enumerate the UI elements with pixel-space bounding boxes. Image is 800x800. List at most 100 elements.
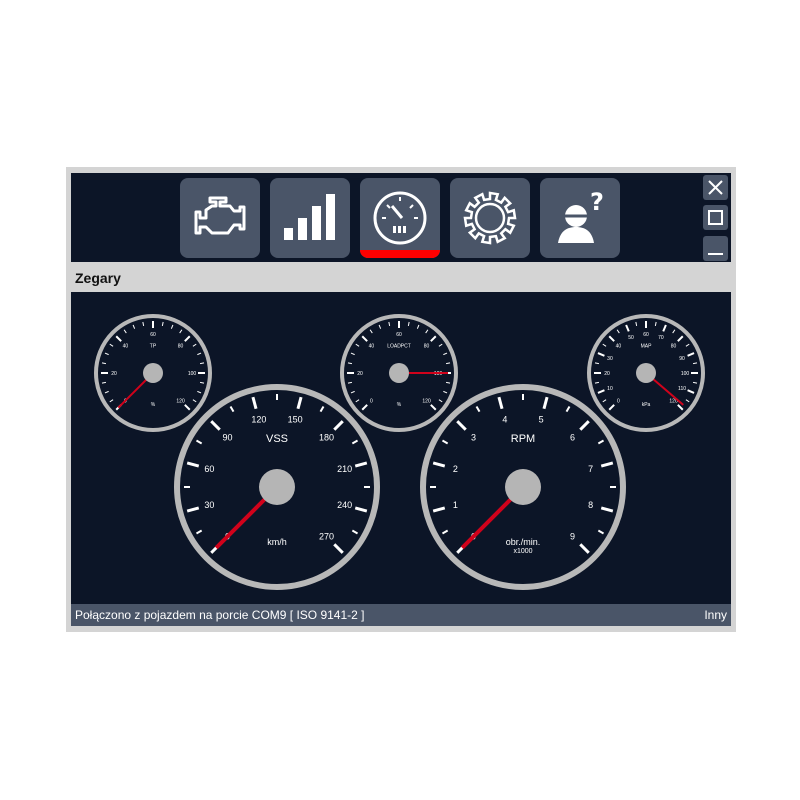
minor-tick — [199, 362, 205, 365]
tick-label: 100 — [681, 371, 690, 377]
major-tick — [432, 461, 446, 468]
major-tick — [184, 404, 191, 411]
minor-tick — [229, 405, 235, 413]
minor-tick — [351, 529, 359, 535]
tick-label: 120 — [422, 399, 431, 405]
minor-tick — [594, 362, 600, 365]
minor-tick — [195, 529, 203, 535]
minor-tick — [192, 399, 197, 403]
toolbar: ? — [71, 173, 731, 262]
tick-label: 270 — [319, 531, 334, 541]
minor-tick — [109, 343, 114, 347]
minor-tick — [179, 329, 183, 334]
nav-charts-button[interactable] — [270, 178, 350, 258]
maximize-button[interactable] — [703, 205, 728, 230]
tick-label: 40 — [123, 343, 129, 349]
minor-tick — [425, 329, 429, 334]
tick-label: 80 — [424, 343, 430, 349]
major-tick — [608, 335, 615, 342]
major-tick — [597, 389, 605, 394]
major-tick — [579, 420, 590, 431]
major-tick — [184, 335, 191, 342]
major-tick — [186, 506, 200, 513]
minor-tick — [170, 324, 174, 329]
major-tick — [430, 404, 437, 411]
minor-tick — [692, 362, 698, 365]
major-tick — [608, 404, 615, 411]
tick-label: 20 — [604, 371, 610, 377]
major-tick — [542, 396, 549, 410]
minor-tick — [101, 381, 107, 384]
gauge-loadpct: 020406080100120LOADPCT% — [340, 314, 458, 432]
gauge-tp: 020406080100120TP% — [94, 314, 212, 432]
tick-label: 3 — [471, 433, 476, 443]
tick-label: 60 — [643, 332, 649, 338]
tick-label: 30 — [204, 500, 214, 510]
status-bar: Połączono z pojazdem na porcie COM9 [ IS… — [71, 604, 731, 626]
major-tick — [251, 396, 258, 410]
close-button[interactable] — [703, 175, 728, 200]
minor-tick — [350, 352, 355, 356]
minor-tick — [197, 390, 202, 394]
tick-label: 180 — [319, 433, 334, 443]
minor-tick — [197, 352, 202, 356]
app-window: ? Zegary 020406080100120TP%0204060801001… — [66, 167, 736, 632]
status-right: Inny — [704, 608, 727, 622]
major-tick — [361, 335, 368, 342]
minor-tick — [672, 329, 676, 334]
tick-label: 100 — [188, 371, 197, 377]
minimize-button[interactable] — [703, 236, 728, 261]
tick-label: 40 — [369, 343, 375, 349]
minimize-icon — [708, 253, 723, 255]
nav-gauges-button[interactable] — [360, 178, 440, 258]
major-tick — [677, 404, 684, 411]
tick-label: 120 — [251, 414, 266, 424]
gear-icon — [463, 191, 517, 245]
minor-tick — [602, 399, 607, 403]
minor-tick — [602, 343, 607, 347]
tick-label: 8 — [588, 500, 593, 510]
minor-tick — [388, 321, 391, 327]
gauge-title: VSS — [266, 433, 288, 445]
tick-label: 90 — [679, 356, 685, 362]
minor-tick — [407, 321, 410, 327]
gauge-title: LOADPCT — [387, 343, 411, 349]
minor-tick — [654, 321, 657, 327]
major-tick — [430, 335, 437, 342]
tick-label: 0 — [370, 399, 373, 405]
tick-label: 7 — [588, 464, 593, 474]
gauge-unit: obr./min. — [506, 537, 541, 547]
major-tick — [361, 404, 368, 411]
tick-label: 6 — [570, 433, 575, 443]
minor-tick — [195, 439, 203, 445]
minor-tick — [635, 321, 638, 327]
gauge-panel: 020406080100120TP%020406080100120LOADPCT… — [71, 292, 731, 604]
section-title: Zegary — [75, 270, 121, 286]
major-tick — [115, 335, 122, 342]
active-indicator — [360, 250, 440, 258]
minor-tick — [441, 439, 449, 445]
major-tick — [354, 461, 368, 468]
tick-label: 40 — [616, 343, 622, 349]
engine-icon — [194, 196, 246, 235]
tick-label: 50 — [628, 335, 634, 341]
tick-label: 150 — [288, 414, 303, 424]
gauge-unit: % — [151, 402, 156, 408]
minor-tick — [355, 343, 360, 347]
major-tick — [296, 396, 303, 410]
nav-engine-button[interactable] — [180, 178, 260, 258]
nav-help-button[interactable]: ? — [540, 178, 620, 258]
minor-tick — [351, 439, 359, 445]
tick-label: 80 — [178, 343, 184, 349]
nav-settings-button[interactable] — [450, 178, 530, 258]
tick-label: 2 — [453, 464, 458, 474]
minor-tick — [104, 390, 109, 394]
bar-chart-icon — [284, 194, 335, 240]
tick-label: 240 — [337, 500, 352, 510]
major-tick — [597, 352, 605, 357]
gauge-title: RPM — [511, 433, 535, 445]
minor-tick — [123, 329, 127, 334]
minor-tick — [685, 343, 690, 347]
minor-tick — [347, 381, 353, 384]
major-tick — [662, 324, 667, 332]
